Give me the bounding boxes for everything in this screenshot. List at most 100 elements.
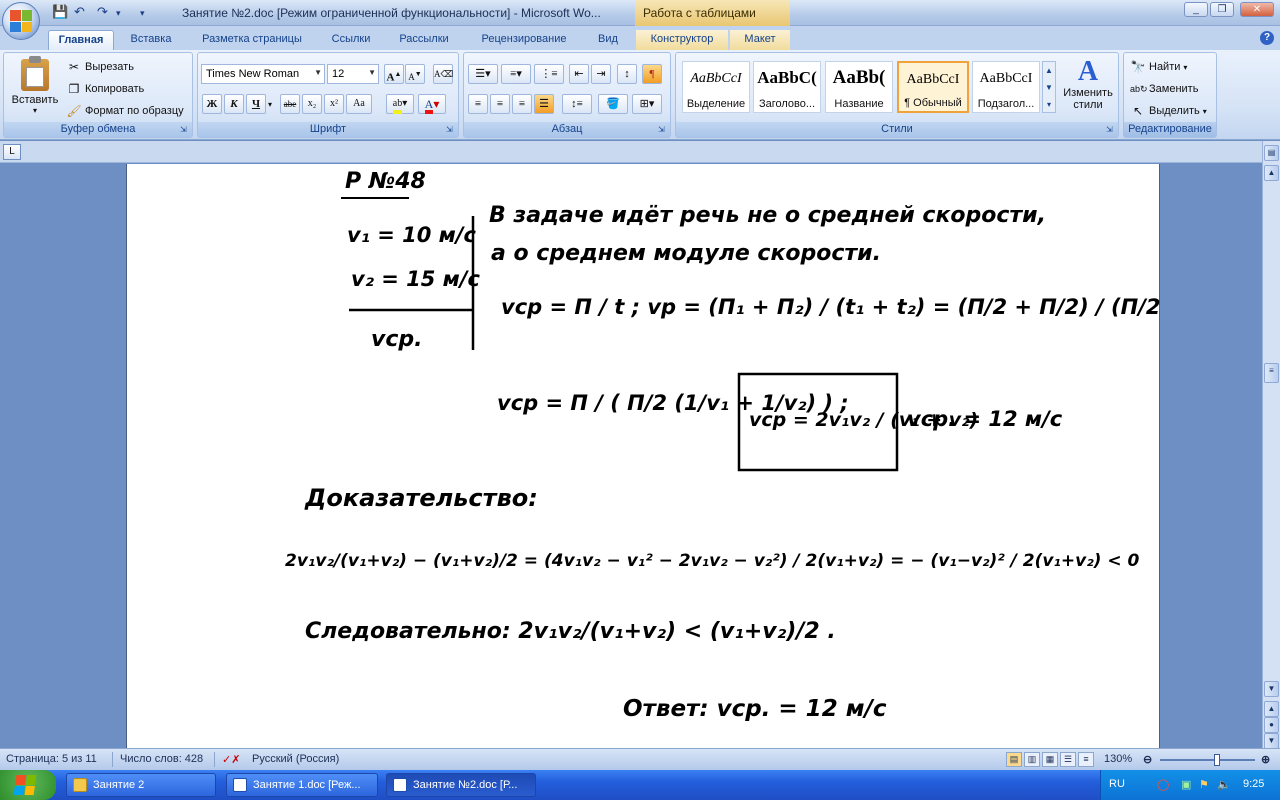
style-normal[interactable]: AaBbCcI ¶ Обычный bbox=[897, 61, 969, 113]
tab-mailings[interactable]: Рассылки bbox=[388, 30, 460, 50]
proofing-icon[interactable]: ✓✗ bbox=[222, 753, 240, 766]
show-marks-button[interactable]: ¶ bbox=[642, 64, 662, 84]
help-icon[interactable]: ? bbox=[1260, 31, 1274, 45]
replace-button[interactable]: ab↻ Заменить bbox=[1130, 79, 1198, 99]
justify-button[interactable]: ☰ bbox=[534, 94, 554, 114]
taskbar-item-folder[interactable]: Занятие 2 bbox=[66, 773, 216, 797]
restore-button[interactable]: ❐ bbox=[1210, 2, 1234, 17]
scroll-down-button[interactable]: ▼ bbox=[1264, 681, 1279, 697]
strikethrough-button[interactable]: abe bbox=[280, 94, 300, 114]
prev-page-button[interactable]: ▲ bbox=[1264, 701, 1279, 717]
zoom-thumb[interactable] bbox=[1214, 754, 1220, 766]
style-title[interactable]: AaBb( Название bbox=[825, 61, 893, 113]
full-screen-reading-icon[interactable]: ▥ bbox=[1024, 752, 1040, 767]
tab-references[interactable]: Ссылки bbox=[322, 30, 380, 50]
document-page[interactable]: Р №48 v₁ = 10 м/с v₂ = 15 м/с vср. В зад… bbox=[126, 164, 1161, 748]
page-indicator[interactable]: Страница: 5 из 11 bbox=[6, 753, 97, 765]
align-left-button[interactable]: ≡ bbox=[468, 94, 488, 114]
language-indicator[interactable]: Русский (Россия) bbox=[252, 753, 339, 765]
minimize-button[interactable]: _ bbox=[1184, 2, 1208, 17]
style-subtitle[interactable]: AaBbCcI Подзагол... bbox=[972, 61, 1040, 113]
shading-button[interactable]: 🪣 bbox=[598, 94, 628, 114]
zoom-slider[interactable] bbox=[1160, 754, 1255, 766]
sort-button[interactable]: ↕ bbox=[617, 64, 637, 84]
print-layout-icon[interactable]: ▤ bbox=[1006, 752, 1022, 767]
start-button[interactable] bbox=[0, 770, 56, 800]
bullets-button[interactable]: ☰▾ bbox=[468, 64, 498, 84]
tab-design[interactable]: Конструктор bbox=[636, 30, 728, 50]
editing-group-label: Редактирование bbox=[1124, 122, 1216, 137]
scroll-thumb[interactable]: ≡ bbox=[1264, 363, 1279, 383]
font-color-button[interactable]: A▾ bbox=[418, 94, 446, 114]
customize-qat-icon[interactable]: ▾ bbox=[140, 8, 145, 19]
select-button[interactable]: ↖ Выделить ▾ bbox=[1130, 101, 1207, 121]
find-button[interactable]: 🔭 Найти ▾ bbox=[1130, 57, 1188, 77]
format-painter-button[interactable]: 🖌 Формат по образцу bbox=[66, 101, 183, 121]
paste-button[interactable]: Вставить ▾ bbox=[10, 56, 60, 121]
change-case-button[interactable]: Aa bbox=[346, 94, 372, 114]
copy-button[interactable]: ❐ Копировать bbox=[66, 79, 145, 99]
undo-dropdown-icon[interactable]: ▾ bbox=[116, 8, 121, 19]
security-icon[interactable]: ⚑ bbox=[1199, 778, 1209, 791]
cut-button[interactable]: ✂ Вырезать bbox=[66, 57, 134, 77]
styles-launcher-icon[interactable]: ⇲ bbox=[1106, 125, 1116, 135]
clear-format-button[interactable]: A⌫ bbox=[433, 64, 453, 84]
tab-review[interactable]: Рецензирование bbox=[468, 30, 580, 50]
tab-selector[interactable]: L bbox=[3, 144, 21, 160]
underline-button[interactable]: Ч bbox=[246, 94, 266, 114]
tab-insert[interactable]: Вставка bbox=[120, 30, 182, 50]
change-styles-button[interactable]: A Изменить стили bbox=[1060, 57, 1116, 121]
network-icon[interactable]: ▣ bbox=[1181, 778, 1191, 791]
outline-icon[interactable]: ☰ bbox=[1060, 752, 1076, 767]
font-launcher-icon[interactable]: ⇲ bbox=[446, 125, 456, 135]
tab-view[interactable]: Вид bbox=[586, 30, 630, 50]
line-spacing-button[interactable]: ↕≡ bbox=[562, 94, 592, 114]
scroll-up-button[interactable]: ▲ bbox=[1264, 165, 1279, 181]
underline-dropdown-icon[interactable]: ▾ bbox=[268, 100, 272, 109]
numbering-button[interactable]: ≡▾ bbox=[501, 64, 531, 84]
keyboard-language[interactable]: RU bbox=[1109, 778, 1125, 790]
draft-icon[interactable]: ≡ bbox=[1078, 752, 1094, 767]
grow-font-button[interactable]: A▲ bbox=[384, 64, 404, 84]
superscript-button[interactable]: x² bbox=[324, 94, 344, 114]
italic-button[interactable]: К bbox=[224, 94, 244, 114]
subscript-button[interactable]: x₂ bbox=[302, 94, 322, 114]
clipboard-launcher-icon[interactable]: ⇲ bbox=[180, 125, 190, 135]
zoom-level[interactable]: 130% bbox=[1104, 753, 1132, 765]
decrease-indent-button[interactable]: ⇤ bbox=[569, 64, 589, 84]
increase-indent-button[interactable]: ⇥ bbox=[591, 64, 611, 84]
web-layout-icon[interactable]: ▦ bbox=[1042, 752, 1058, 767]
shrink-font-button[interactable]: A▼ bbox=[405, 64, 425, 84]
zoom-in-icon[interactable]: ⊕ bbox=[1261, 753, 1270, 766]
taskbar-item-doc2[interactable]: Занятие №2.doc [Р... bbox=[386, 773, 536, 797]
word-count[interactable]: Число слов: 428 bbox=[120, 753, 203, 765]
taskbar-item-doc1[interactable]: Занятие 1.doc [Реж... bbox=[226, 773, 378, 797]
style-heading[interactable]: AaBbC( Заголово... bbox=[753, 61, 821, 113]
volume-icon[interactable]: 🔈 bbox=[1217, 778, 1231, 791]
highlight-button[interactable]: ab▾ bbox=[386, 94, 414, 114]
styles-scroll[interactable]: ▲ ▼ ▾ bbox=[1042, 61, 1056, 113]
paragraph-launcher-icon[interactable]: ⇲ bbox=[658, 125, 668, 135]
ruler-toggle-icon[interactable]: ▤ bbox=[1264, 145, 1279, 161]
opera-icon[interactable]: ◯ bbox=[1157, 778, 1169, 791]
align-center-button[interactable]: ≡ bbox=[490, 94, 510, 114]
tab-home[interactable]: Главная bbox=[48, 30, 114, 50]
font-family-combo[interactable]: Times New Roman ▼ bbox=[201, 64, 325, 84]
office-button[interactable] bbox=[2, 2, 40, 40]
tab-layout[interactable]: Макет bbox=[730, 30, 790, 50]
vertical-scrollbar[interactable]: ▤ ▲ ≡ ▼ ▲ ● ▼ bbox=[1262, 141, 1280, 749]
next-page-button[interactable]: ▼ bbox=[1264, 733, 1279, 749]
align-right-button[interactable]: ≡ bbox=[512, 94, 532, 114]
font-size-combo[interactable]: 12 ▼ bbox=[327, 64, 379, 84]
borders-button[interactable]: ⊞▾ bbox=[632, 94, 662, 114]
close-button[interactable]: ✕ bbox=[1240, 2, 1274, 17]
browse-object-button[interactable]: ● bbox=[1264, 717, 1279, 733]
style-emphasis[interactable]: AaBbCcI Выделение bbox=[682, 61, 750, 113]
zoom-out-icon[interactable]: ⊖ bbox=[1143, 753, 1152, 766]
save-icon[interactable]: 💾 bbox=[52, 4, 68, 20]
bold-button[interactable]: Ж bbox=[202, 94, 222, 114]
undo-icon[interactable]: ↶ bbox=[74, 4, 85, 20]
multilevel-list-button[interactable]: ⋮≡ bbox=[534, 64, 564, 84]
redo-icon[interactable]: ↷ bbox=[97, 4, 108, 20]
tab-page-layout[interactable]: Разметка страницы bbox=[188, 30, 316, 50]
